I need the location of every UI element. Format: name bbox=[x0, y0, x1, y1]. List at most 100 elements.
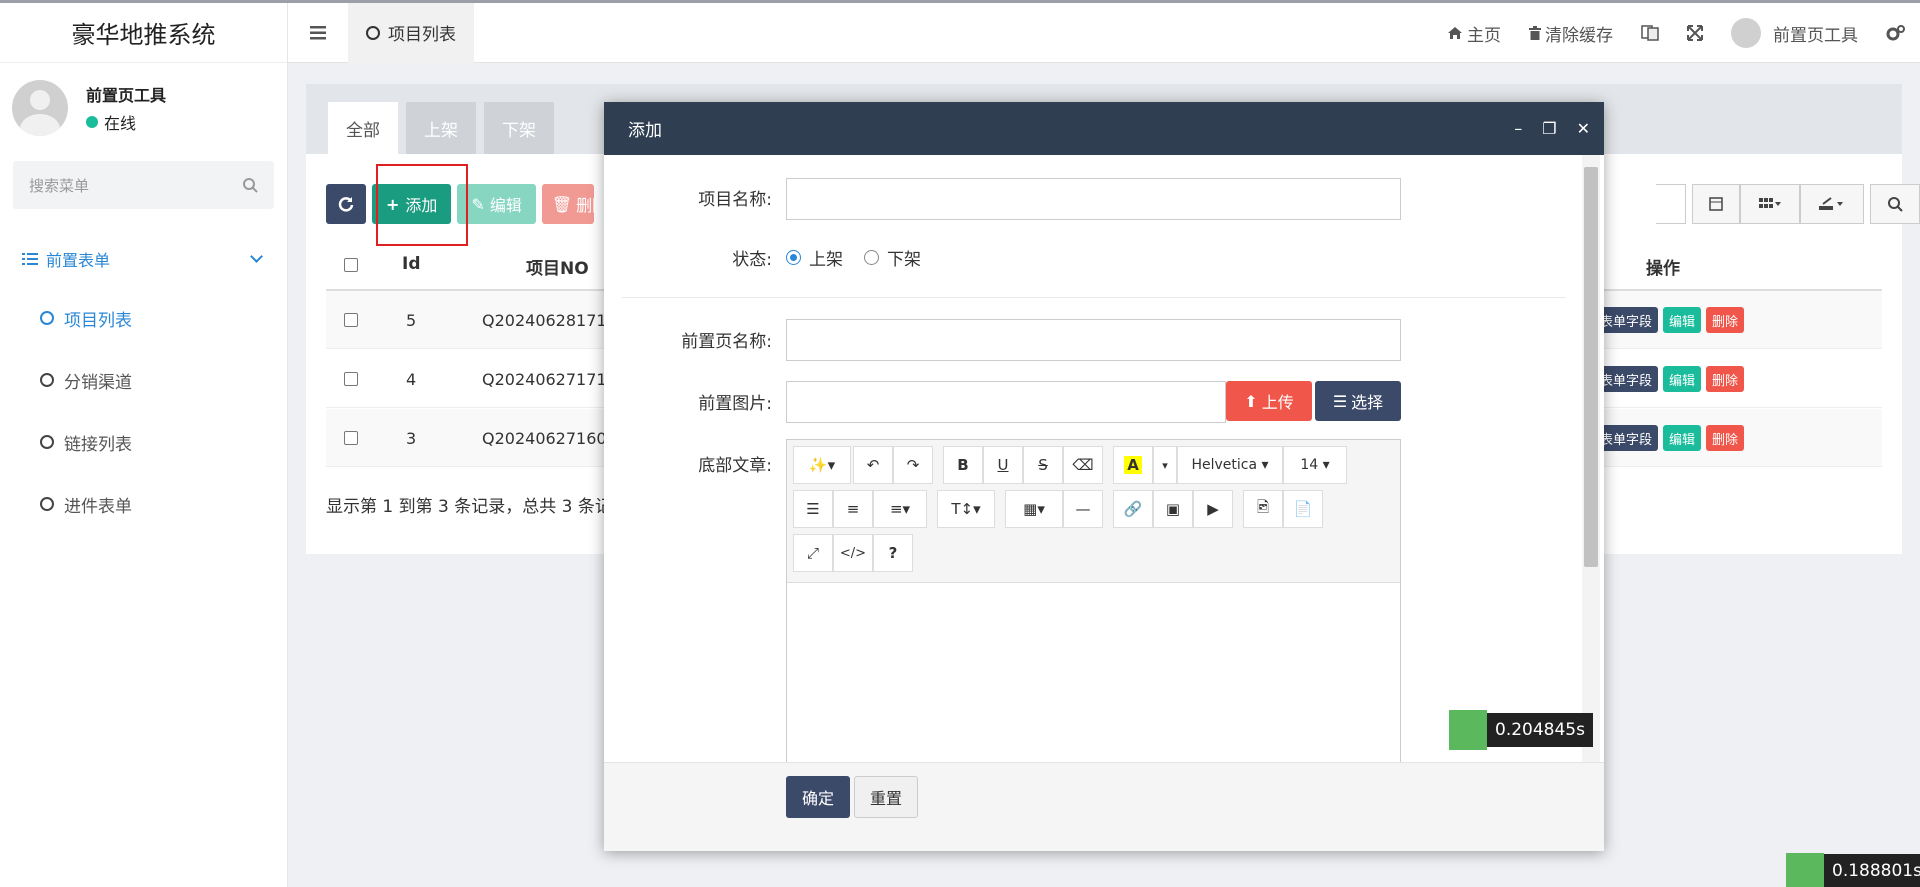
insert-image-file-icon[interactable]: 🖻 bbox=[1243, 490, 1283, 528]
user-menu[interactable]: 前置页工具 bbox=[1731, 18, 1858, 48]
row-delete-button[interactable]: 删除 bbox=[1706, 425, 1745, 451]
strikethrough-icon[interactable]: S bbox=[1023, 446, 1063, 484]
close-icon[interactable]: ✕ bbox=[1577, 119, 1590, 138]
search-button[interactable] bbox=[1870, 184, 1920, 224]
fields-label: 表单字段 bbox=[1600, 373, 1653, 389]
tab-on-shelf[interactable]: 上架 bbox=[406, 102, 476, 154]
user-panel: 前置页工具 在线 bbox=[0, 63, 287, 153]
confirm-button[interactable]: 确定 bbox=[786, 776, 850, 818]
help-icon[interactable]: ? bbox=[873, 534, 913, 572]
dialog-header: 添加 – ❐ ✕ bbox=[604, 102, 1604, 155]
row-delete-button[interactable]: 删除 bbox=[1706, 366, 1745, 392]
page-image-input[interactable] bbox=[786, 381, 1226, 423]
bold-icon[interactable]: B bbox=[943, 446, 983, 484]
upload-button[interactable]: ⬆ 上传 bbox=[1226, 381, 1312, 421]
circle-icon bbox=[40, 435, 54, 449]
radio-checked-icon bbox=[786, 250, 801, 265]
fullscreen-icon[interactable]: ⤢ bbox=[793, 534, 833, 572]
settings-button[interactable] bbox=[1886, 24, 1906, 42]
menu-group-front-forms[interactable]: 前置表单 bbox=[0, 231, 287, 287]
status-on-radio[interactable]: 上架 bbox=[786, 245, 843, 270]
row-no: Q20240627160 bbox=[482, 428, 607, 448]
undo-icon[interactable]: ↶ bbox=[853, 446, 893, 484]
page-name-input[interactable] bbox=[786, 319, 1401, 361]
row-checkbox[interactable] bbox=[344, 313, 358, 327]
timer-value: 0.204845s bbox=[1487, 713, 1593, 747]
font-family-select[interactable]: Helvetica ▾ bbox=[1177, 446, 1283, 484]
editor-content-area[interactable] bbox=[787, 583, 1400, 762]
insert-file-icon[interactable]: 📄 bbox=[1283, 490, 1323, 528]
magic-style-icon[interactable]: ✨▾ bbox=[793, 446, 851, 484]
font-size-select[interactable]: 14 ▾ bbox=[1283, 446, 1347, 484]
dialog-scrollbar[interactable] bbox=[1582, 155, 1600, 762]
select-all-checkbox[interactable] bbox=[344, 258, 358, 272]
ordered-list-icon[interactable]: ≡ bbox=[833, 490, 873, 528]
line-height-icon[interactable]: T↕▾ bbox=[937, 490, 995, 528]
menu-search-input[interactable]: 搜索菜单 bbox=[13, 161, 274, 209]
project-name-input[interactable] bbox=[786, 178, 1401, 220]
refresh-button[interactable] bbox=[326, 184, 366, 224]
horizontal-rule-icon[interactable]: — bbox=[1063, 490, 1103, 528]
redo-icon[interactable]: ↷ bbox=[893, 446, 933, 484]
page-name-label: 前置页名称: bbox=[681, 332, 772, 352]
fullscreen-icon bbox=[1687, 25, 1703, 41]
maximize-icon[interactable]: ❐ bbox=[1542, 119, 1556, 138]
image-icon[interactable]: ▣ bbox=[1153, 490, 1193, 528]
tab-all[interactable]: 全部 bbox=[328, 102, 398, 154]
status-off-radio[interactable]: 下架 bbox=[864, 245, 921, 270]
clear-cache-link[interactable]: 清除缓存 bbox=[1529, 21, 1613, 46]
row-edit-button[interactable]: 编辑 bbox=[1663, 366, 1702, 392]
search-field-stub[interactable] bbox=[1656, 184, 1686, 224]
sidebar-item-distribution[interactable]: 分销渠道 bbox=[0, 349, 287, 411]
unordered-list-icon[interactable]: ☰ bbox=[793, 490, 833, 528]
timer-value: 0.188801s bbox=[1824, 854, 1920, 887]
circle-icon bbox=[366, 25, 380, 40]
list-icon bbox=[22, 253, 38, 265]
sidebar-item-project-list[interactable]: 项目列表 bbox=[0, 287, 287, 349]
row-checkbox[interactable] bbox=[344, 431, 358, 445]
upload-icon: ⬆ bbox=[1244, 391, 1258, 411]
row-edit-button[interactable]: 编辑 bbox=[1663, 307, 1702, 333]
underline-icon[interactable]: U bbox=[983, 446, 1023, 484]
color-dropdown-icon[interactable]: ▾ bbox=[1153, 446, 1177, 484]
eraser-icon[interactable]: ⌫ bbox=[1063, 446, 1103, 484]
edit-button[interactable]: ✎ 编辑 bbox=[457, 184, 536, 224]
align-icon[interactable]: ≡▾ bbox=[873, 490, 927, 528]
export-icon bbox=[1819, 197, 1843, 210]
avatar bbox=[12, 80, 68, 136]
search-icon[interactable] bbox=[242, 177, 258, 193]
select-button[interactable]: ☰ 选择 bbox=[1315, 381, 1401, 421]
sidebar-item-application-form[interactable]: 进件表单 bbox=[0, 473, 287, 535]
tab-project-list[interactable]: 项目列表 bbox=[348, 2, 474, 63]
table-icon[interactable]: ▦▾ bbox=[1005, 490, 1063, 528]
row-checkbox[interactable] bbox=[344, 372, 358, 386]
row-edit-button[interactable]: 编辑 bbox=[1663, 425, 1702, 451]
export-button[interactable] bbox=[1800, 184, 1864, 224]
columns-button[interactable] bbox=[1740, 184, 1800, 224]
code-view-icon[interactable]: </> bbox=[833, 534, 873, 572]
video-icon[interactable]: ▶ bbox=[1193, 490, 1233, 528]
row-delete-button[interactable]: 删除 bbox=[1706, 307, 1745, 333]
reset-button[interactable]: 重置 bbox=[854, 776, 918, 818]
tab-off-shelf[interactable]: 下架 bbox=[484, 102, 554, 154]
clear-cache-label: 清除缓存 bbox=[1545, 25, 1613, 46]
view-toggle-button[interactable] bbox=[1692, 184, 1740, 224]
project-name-label: 项目名称: bbox=[698, 190, 772, 210]
delete-button[interactable]: 🗑删除 bbox=[541, 184, 594, 224]
highlight-color-icon[interactable]: A bbox=[1113, 446, 1153, 484]
pagination-info: 显示第 1 到第 3 条记录，总共 3 条记 bbox=[326, 497, 612, 517]
link-icon[interactable]: 🔗 bbox=[1113, 490, 1153, 528]
row-no: Q20240627171 bbox=[482, 369, 607, 389]
menu-group-label: 前置表单 bbox=[46, 251, 111, 270]
row-id: 5 bbox=[406, 310, 417, 330]
home-link[interactable]: 主页 bbox=[1447, 21, 1501, 46]
minimize-icon[interactable]: – bbox=[1514, 119, 1522, 138]
sidebar-item-links[interactable]: 链接列表 bbox=[0, 411, 287, 473]
translate-button[interactable] bbox=[1641, 25, 1659, 41]
timer-logo-icon bbox=[1786, 853, 1824, 887]
scrollbar-thumb[interactable] bbox=[1584, 167, 1598, 567]
fullscreen-button[interactable] bbox=[1687, 25, 1703, 41]
hamburger-icon[interactable] bbox=[288, 3, 348, 63]
tab-label: 项目列表 bbox=[388, 25, 456, 45]
row-id: 4 bbox=[406, 369, 417, 389]
